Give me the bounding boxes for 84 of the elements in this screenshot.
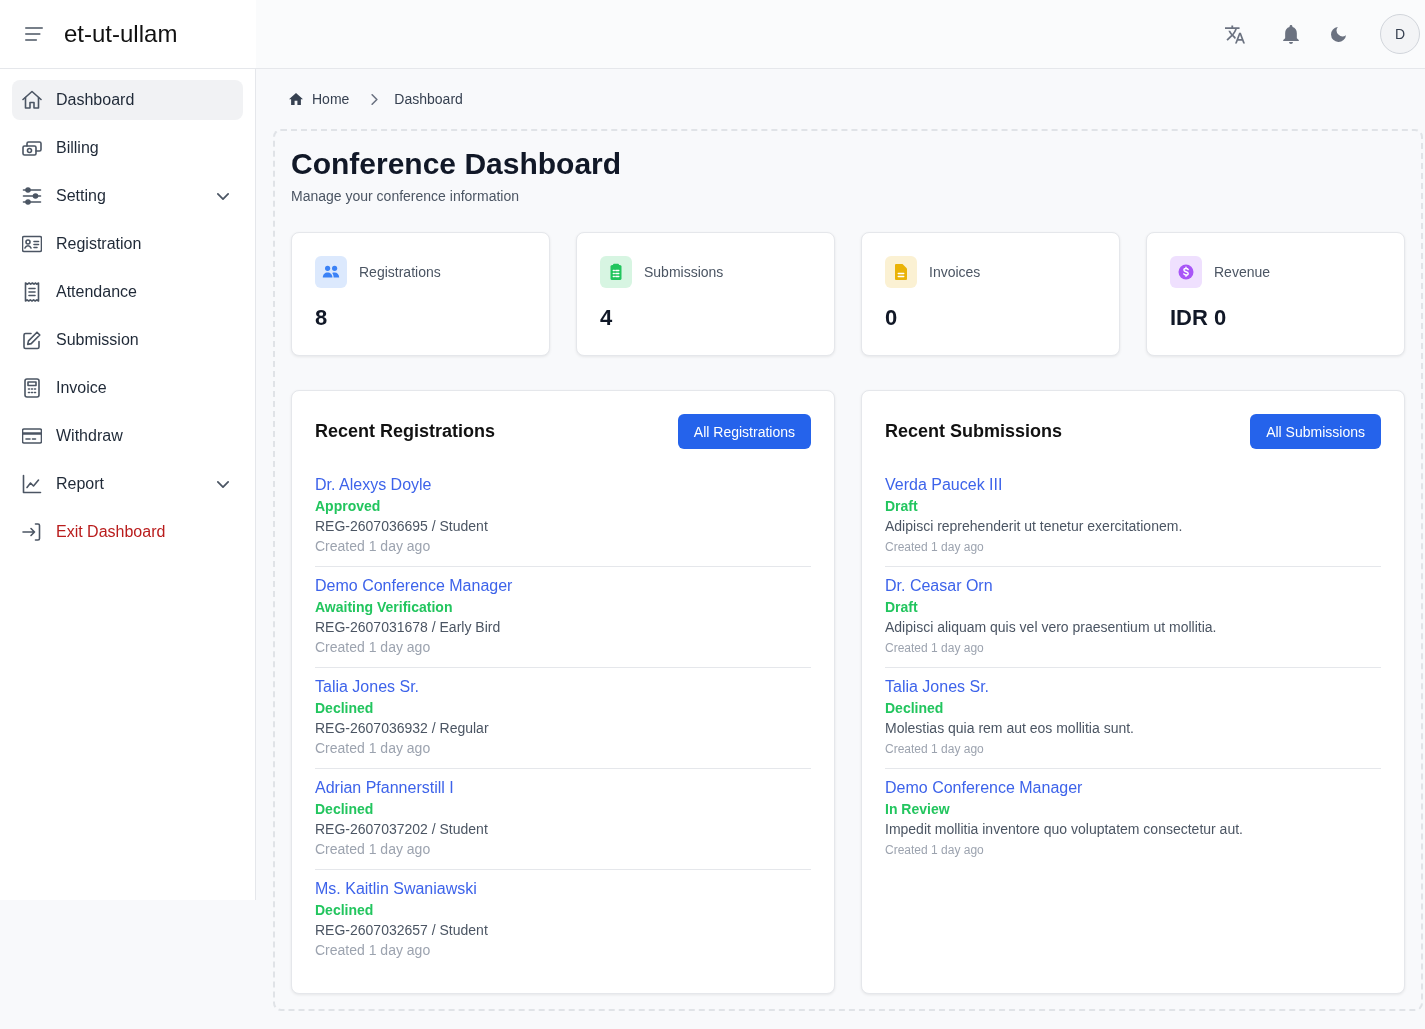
sidebar-item[interactable]: Submission xyxy=(12,320,243,360)
app-name: et-ut-ullam xyxy=(64,20,178,48)
status-label: Declined xyxy=(315,699,374,718)
sidebar-item[interactable]: Withdraw xyxy=(12,416,243,456)
id-card-icon xyxy=(22,234,42,254)
sliders-icon xyxy=(22,186,42,206)
registration-reference: REG-2607037202 / Student xyxy=(315,820,488,839)
receipt-icon xyxy=(22,282,42,302)
cash-icon xyxy=(22,138,42,158)
breadcrumb-current: Dashboard xyxy=(394,91,463,107)
sidebar-item[interactable]: Setting xyxy=(12,176,243,216)
users-icon xyxy=(315,256,347,288)
registration-reference: REG-2607032657 / Student xyxy=(315,921,488,940)
submission-author-link[interactable]: Verda Paucek III xyxy=(885,474,1003,496)
created-time: Created 1 day ago xyxy=(315,840,431,859)
clipboard-icon xyxy=(600,256,632,288)
view-all-button[interactable]: All Registrations xyxy=(677,414,811,449)
submission-author-link[interactable]: Dr. Ceasar Orn xyxy=(885,575,993,597)
submission-description: Molestias quia rem aut eos mollitia sunt. xyxy=(885,719,1134,738)
sidebar-item[interactable]: Registration xyxy=(12,224,243,264)
bell-icon[interactable] xyxy=(1283,24,1299,44)
stat-value: 8 xyxy=(315,304,329,332)
stat-label: Submissions xyxy=(644,264,724,280)
status-label: Declined xyxy=(885,699,944,718)
sidebar-item[interactable]: Exit Dashboard xyxy=(12,512,243,552)
sidebar-item[interactable]: Dashboard xyxy=(12,80,243,120)
registration-reference: REG-2607036695 / Student xyxy=(315,517,488,536)
created-time: Created 1 day ago xyxy=(315,739,431,758)
stat-label: Registrations xyxy=(359,264,441,280)
created-time: Created 1 day ago xyxy=(885,741,984,758)
created-time: Created 1 day ago xyxy=(315,941,431,960)
created-time: Created 1 day ago xyxy=(885,842,984,859)
status-label: Draft xyxy=(885,598,918,617)
status-label: Approved xyxy=(315,497,381,516)
registrant-name-link[interactable]: Ms. Kaitlin Swaniawski xyxy=(315,878,477,900)
dollar-coin-icon xyxy=(1170,256,1202,288)
submission-author-link[interactable]: Talia Jones Sr. xyxy=(885,676,990,698)
sidebar-item[interactable]: Billing xyxy=(12,128,243,168)
sidebar-item[interactable]: Invoice xyxy=(12,368,243,408)
stat-label: Invoices xyxy=(929,264,981,280)
created-time: Created 1 day ago xyxy=(315,638,431,657)
registrant-name-link[interactable]: Adrian Pfannerstill I xyxy=(315,777,454,799)
status-label: Draft xyxy=(885,497,918,516)
panel-title: Recent Submissions xyxy=(885,421,1063,442)
submission-description: Adipisci aliquam quis vel vero praesentium ut mollitia. xyxy=(885,618,1217,637)
panel-title: Recent Registrations xyxy=(315,421,496,442)
home-icon xyxy=(22,90,42,110)
created-time: Created 1 day ago xyxy=(885,640,984,657)
status-label: Declined xyxy=(315,800,374,819)
submission-description: Impedit mollitia inventore quo voluptatem consectetur aut. xyxy=(885,820,1243,839)
page-subtitle: Manage your conference information xyxy=(291,187,521,206)
stat-value: 0 xyxy=(885,304,899,332)
status-label: Awaiting Verification xyxy=(315,598,453,617)
registrant-name-link[interactable]: Dr. Alexys Doyle xyxy=(315,474,432,496)
submission-author-link[interactable]: Demo Conference Manager xyxy=(885,777,1083,799)
stat-value: 4 xyxy=(600,304,614,332)
registrant-name-link[interactable]: Demo Conference Manager xyxy=(315,575,513,597)
credit-card-icon xyxy=(22,426,42,446)
created-time: Created 1 day ago xyxy=(885,539,984,556)
created-time: Created 1 day ago xyxy=(315,537,431,556)
avatar[interactable]: D xyxy=(1380,14,1420,54)
sidebar-item[interactable]: Report xyxy=(12,464,243,504)
page-title: Conference Dashboard xyxy=(291,146,623,182)
translate-icon[interactable] xyxy=(1225,24,1245,44)
registration-reference: REG-2607036932 / Regular xyxy=(315,719,489,738)
sidebar-item[interactable]: Attendance xyxy=(12,272,243,312)
status-label: Declined xyxy=(315,901,374,920)
registrant-name-link[interactable]: Talia Jones Sr. xyxy=(315,676,420,698)
status-label: In Review xyxy=(885,800,950,819)
view-all-button[interactable]: All Submissions xyxy=(1250,414,1381,449)
calculator-icon xyxy=(22,378,42,398)
registration-reference: REG-2607031678 / Early Bird xyxy=(315,618,501,637)
home-icon xyxy=(289,93,303,105)
breadcrumb-link[interactable]: Home xyxy=(312,91,350,107)
moon-icon[interactable] xyxy=(1331,26,1346,42)
menu-icon[interactable] xyxy=(24,27,44,41)
chevron-right-icon xyxy=(371,93,379,105)
stat-label: Revenue xyxy=(1214,264,1271,280)
stat-value: IDR 0 xyxy=(1170,304,1228,332)
submission-description: Adipisci reprehenderit ut tenetur exercitationem. xyxy=(885,517,1183,536)
pencil-square-icon xyxy=(22,330,42,350)
document-icon xyxy=(885,256,917,288)
arrow-into-bracket-icon xyxy=(22,522,42,542)
line-chart-icon xyxy=(22,474,42,494)
